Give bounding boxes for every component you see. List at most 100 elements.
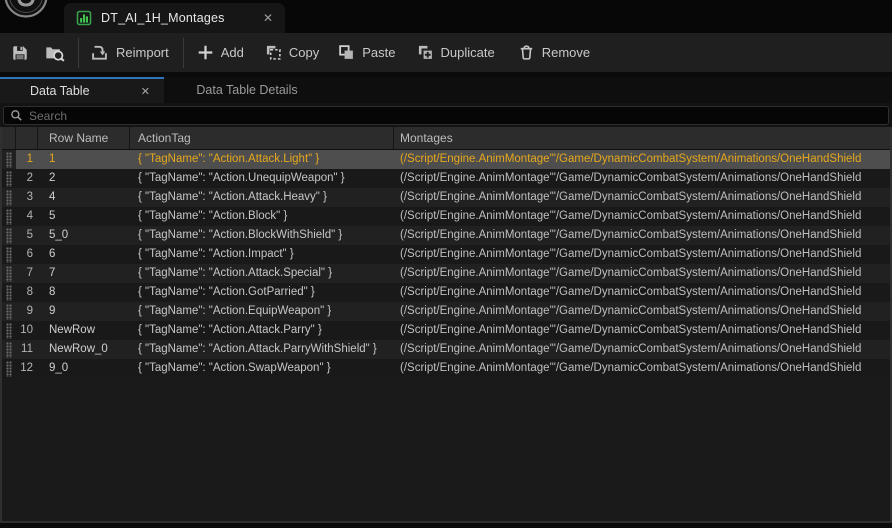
table-row[interactable]: 9 9 { "TagName": "Action.EquipWeapon" } …: [2, 302, 890, 321]
remove-trash-icon: [518, 44, 535, 61]
add-icon: [197, 44, 214, 61]
reimport-button[interactable]: Reimport: [90, 43, 169, 62]
row-number: 8: [16, 283, 38, 302]
tab-data-table-details-label: Data Table Details: [196, 83, 297, 97]
action-tag-cell: { "TagName": "Action.Block" }: [130, 207, 394, 226]
grip-dots-icon: [6, 171, 12, 187]
montages-cell: (/Script/Engine.AnimMontage'"/Game/Dynam…: [394, 207, 890, 226]
table-row[interactable]: 6 6 { "TagName": "Action.Impact" } (/Scr…: [2, 245, 890, 264]
row-number: 10: [16, 321, 38, 340]
montages-cell: (/Script/Engine.AnimMontage'"/Game/Dynam…: [394, 340, 890, 359]
remove-button[interactable]: Remove: [518, 44, 590, 61]
action-tag-cell: { "TagName": "Action.Attack.ParryWithShi…: [130, 340, 394, 359]
header-handle-spacer: [2, 127, 16, 149]
table-row[interactable]: 2 2 { "TagName": "Action.UnequipWeapon" …: [2, 169, 890, 188]
table-row[interactable]: 4 5 { "TagName": "Action.Block" } (/Scri…: [2, 207, 890, 226]
duplicate-label: Duplicate: [441, 45, 495, 60]
search-row: [0, 103, 892, 127]
duplicate-button[interactable]: Duplicate: [417, 44, 495, 61]
table-row[interactable]: 11 NewRow_0 { "TagName": "Action.Attack.…: [2, 340, 890, 359]
data-table-panel: Row Name ActionTag Montages 1 1 { "TagNa…: [0, 127, 892, 523]
tab-data-table-label: Data Table: [30, 84, 90, 98]
montages-cell: (/Script/Engine.AnimMontage'"/Game/Dynam…: [394, 226, 890, 245]
row-grip-handle[interactable]: [2, 207, 16, 226]
action-tag-cell: { "TagName": "Action.Attack.Heavy" }: [130, 188, 394, 207]
table-row[interactable]: 5 5_0 { "TagName": "Action.BlockWithShie…: [2, 226, 890, 245]
grip-dots-icon: [6, 190, 12, 206]
action-tag-cell: { "TagName": "Action.Attack.Parry" }: [130, 321, 394, 340]
row-grip-handle[interactable]: [2, 169, 16, 188]
row-number: 7: [16, 264, 38, 283]
montages-cell: (/Script/Engine.AnimMontage'"/Game/Dynam…: [394, 169, 890, 188]
row-number: 1: [16, 150, 38, 169]
table-row[interactable]: 7 7 { "TagName": "Action.Attack.Special"…: [2, 264, 890, 283]
row-number: 4: [16, 207, 38, 226]
montages-cell: (/Script/Engine.AnimMontage'"/Game/Dynam…: [394, 188, 890, 207]
row-grip-handle[interactable]: [2, 340, 16, 359]
duplicate-icon: [417, 44, 434, 61]
row-grip-handle[interactable]: [2, 321, 16, 340]
montages-cell: (/Script/Engine.AnimMontage'"/Game/Dynam…: [394, 283, 890, 302]
row-grip-handle[interactable]: [2, 226, 16, 245]
browse-to-asset-button[interactable]: [44, 43, 65, 62]
row-grip-handle[interactable]: [2, 245, 16, 264]
row-name-cell: 8: [38, 283, 130, 302]
row-grip-handle[interactable]: [2, 302, 16, 321]
row-number: 3: [16, 188, 38, 207]
table-row[interactable]: 3 4 { "TagName": "Action.Attack.Heavy" }…: [2, 188, 890, 207]
table-row[interactable]: 12 9_0 { "TagName": "Action.SwapWeapon" …: [2, 359, 890, 378]
search-input[interactable]: [29, 109, 882, 123]
action-tag-cell: { "TagName": "Action.GotParried" }: [130, 283, 394, 302]
row-grip-handle[interactable]: [2, 264, 16, 283]
toolbar: Reimport Add Copy Paste: [0, 33, 892, 72]
grip-dots-icon: [6, 342, 12, 358]
paste-label: Paste: [362, 45, 395, 60]
copy-label: Copy: [289, 45, 319, 60]
montages-cell: (/Script/Engine.AnimMontage'"/Game/Dynam…: [394, 359, 890, 378]
unreal-data-table-editor: DT_AI_1H_Montages ✕: [0, 0, 892, 528]
close-icon[interactable]: ✕: [141, 85, 150, 98]
save-button[interactable]: [11, 44, 29, 62]
row-grip-handle[interactable]: [2, 359, 16, 378]
unreal-engine-logo: [3, 0, 49, 19]
reimport-icon: [90, 43, 109, 62]
row-name-cell: 9: [38, 302, 130, 321]
column-header-action-tag[interactable]: ActionTag: [130, 127, 394, 149]
row-number: 9: [16, 302, 38, 321]
table-body: 1 1 { "TagName": "Action.Attack.Light" }…: [2, 150, 890, 378]
grip-dots-icon: [6, 209, 12, 225]
grip-dots-icon: [6, 266, 12, 282]
browse-icon: [44, 43, 65, 62]
montages-cell: (/Script/Engine.AnimMontage'"/Game/Dynam…: [394, 321, 890, 340]
row-name-cell: 7: [38, 264, 130, 283]
column-header-row-name[interactable]: Row Name: [38, 127, 130, 149]
copy-button[interactable]: Copy: [265, 44, 319, 61]
table-row[interactable]: 1 1 { "TagName": "Action.Attack.Light" }…: [2, 150, 890, 169]
add-button[interactable]: Add: [197, 44, 244, 61]
row-grip-handle[interactable]: [2, 283, 16, 302]
row-grip-handle[interactable]: [2, 150, 16, 169]
asset-tab[interactable]: DT_AI_1H_Montages ✕: [64, 3, 285, 33]
grip-dots-icon: [6, 247, 12, 263]
close-icon[interactable]: ✕: [263, 12, 273, 24]
row-name-cell: 4: [38, 188, 130, 207]
action-tag-cell: { "TagName": "Action.Attack.Special" }: [130, 264, 394, 283]
search-icon: [10, 109, 23, 122]
row-name-cell: 1: [38, 150, 130, 169]
montages-cell: (/Script/Engine.AnimMontage'"/Game/Dynam…: [394, 150, 890, 169]
row-number: 5: [16, 226, 38, 245]
row-name-cell: 6: [38, 245, 130, 264]
tab-data-table-details[interactable]: Data Table Details: [164, 77, 330, 103]
tab-data-table[interactable]: Data Table ✕: [0, 77, 164, 103]
column-header-montages[interactable]: Montages: [394, 127, 890, 149]
montages-cell: (/Script/Engine.AnimMontage'"/Game/Dynam…: [394, 302, 890, 321]
table-row[interactable]: 8 8 { "TagName": "Action.GotParried" } (…: [2, 283, 890, 302]
row-grip-handle[interactable]: [2, 188, 16, 207]
paste-button[interactable]: Paste: [338, 44, 395, 61]
header-index-spacer: [16, 127, 38, 149]
action-tag-cell: { "TagName": "Action.BlockWithShield" }: [130, 226, 394, 245]
row-name-cell: 2: [38, 169, 130, 188]
action-tag-cell: { "TagName": "Action.Attack.Light" }: [130, 150, 394, 169]
table-row[interactable]: 10 NewRow { "TagName": "Action.Attack.Pa…: [2, 321, 890, 340]
save-icon: [11, 44, 29, 62]
